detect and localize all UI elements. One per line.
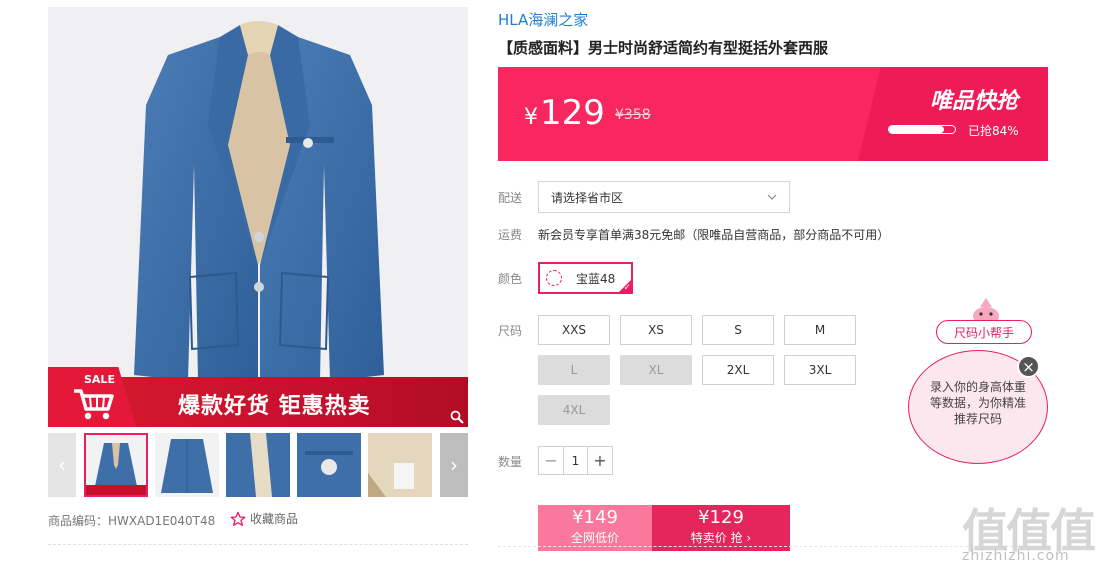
chevron-down-icon bbox=[767, 194, 777, 200]
thumbnail-1[interactable] bbox=[84, 433, 148, 497]
color-option-selected[interactable]: 宝蓝48 ✓ bbox=[538, 262, 633, 294]
size-option-2xl[interactable]: 2XL bbox=[702, 355, 774, 385]
check-icon: ✓ bbox=[623, 283, 631, 293]
size-helper-button[interactable]: 尺码小帮手 bbox=[936, 320, 1032, 344]
close-icon[interactable]: × bbox=[1017, 355, 1040, 378]
price-banner: ¥129 ¥358 唯品快抢 已抢84% bbox=[498, 67, 1048, 161]
current-price-value: 129 bbox=[540, 93, 605, 133]
promo-banner: SALE 爆款好货 钜惠热卖 bbox=[48, 367, 468, 427]
size-option-s[interactable]: S bbox=[702, 315, 774, 345]
sale-tag: SALE bbox=[84, 373, 115, 386]
thumbnail-4[interactable] bbox=[297, 433, 361, 497]
size-option-m[interactable]: M bbox=[784, 315, 856, 345]
thumbnail-jacket-lining bbox=[226, 433, 290, 497]
size-option-xxs[interactable]: XXS bbox=[538, 315, 610, 345]
shipping-info: 新会员专享首单满38元免邮（限唯品自营商品，部分商品不可用） bbox=[538, 228, 890, 242]
market-price-label: 全网低价 bbox=[570, 531, 619, 545]
color-label: 颜色 bbox=[498, 272, 523, 286]
size-label: 尺码 bbox=[498, 324, 523, 338]
brand-link[interactable]: HLA海澜之家 bbox=[498, 9, 588, 30]
thumbnail-jacket-label bbox=[368, 433, 432, 497]
quantity-value[interactable]: 1 bbox=[563, 447, 588, 474]
thumbnail-5[interactable] bbox=[368, 433, 432, 497]
main-product-image[interactable]: SALE 爆款好货 钜惠热卖 bbox=[48, 7, 468, 427]
flash-sale-title: 唯品快抢 bbox=[929, 89, 1018, 114]
quantity-stepper[interactable]: − 1 + bbox=[538, 446, 613, 475]
watermark-url: zhizhizhi.com bbox=[962, 548, 1070, 564]
delivery-label: 配送 bbox=[498, 191, 523, 205]
color-swatch-icon bbox=[546, 270, 562, 286]
current-price: ¥129 bbox=[524, 93, 605, 133]
special-price: ¥129 bbox=[698, 507, 744, 528]
sold-progress-fill bbox=[889, 126, 945, 133]
size-option-xs[interactable]: XS bbox=[620, 315, 692, 345]
thumbnail-jacket-pocket bbox=[297, 433, 361, 497]
original-price: ¥358 bbox=[615, 107, 651, 123]
region-select-value: 请选择省市区 bbox=[551, 190, 624, 205]
zoom-icon[interactable] bbox=[450, 410, 464, 424]
favorite-button[interactable]: 收藏商品 bbox=[230, 510, 298, 527]
product-sku: 商品编码：HWXAD1E040T48 bbox=[48, 514, 216, 528]
quantity-label: 数量 bbox=[498, 455, 523, 469]
buy-now-button[interactable]: ¥129 特卖价 抢 › bbox=[652, 505, 790, 551]
product-title: 【质感面料】男士时尚舒适简约有型挺括外套西服 bbox=[498, 39, 829, 57]
size-option-4xl: 4XL bbox=[538, 395, 610, 425]
thumbnail-prev-button[interactable]: ‹ bbox=[48, 433, 76, 497]
shopping-cart-icon bbox=[74, 389, 114, 420]
promo-headline: 爆款好货 钜惠热卖 bbox=[178, 394, 371, 419]
sold-progress-text: 已抢84% bbox=[968, 124, 1019, 138]
market-price-button: ¥149 全网低价 bbox=[538, 505, 652, 551]
quantity-decrease-button[interactable]: − bbox=[539, 447, 563, 474]
thumbnail-jacket-front bbox=[86, 435, 146, 495]
currency-symbol: ¥ bbox=[524, 105, 538, 130]
market-price: ¥149 bbox=[572, 507, 618, 528]
thumbnail-3[interactable] bbox=[226, 433, 290, 497]
sold-progress-bar bbox=[888, 125, 956, 134]
thumbnail-2[interactable] bbox=[155, 433, 219, 497]
jacket-image bbox=[134, 21, 384, 385]
thumbnail-jacket-back bbox=[155, 433, 219, 497]
size-option-l: L bbox=[538, 355, 610, 385]
divider bbox=[48, 544, 468, 545]
star-icon bbox=[230, 511, 246, 526]
shipping-label: 运费 bbox=[498, 228, 523, 242]
buy-now-label: 特卖价 抢 › bbox=[690, 531, 752, 545]
thumbnail-next-button[interactable]: › bbox=[440, 433, 468, 497]
size-option-3xl[interactable]: 3XL bbox=[784, 355, 856, 385]
size-option-xl: XL bbox=[620, 355, 692, 385]
region-select[interactable]: 请选择省市区 bbox=[538, 181, 790, 213]
color-option-label: 宝蓝48 bbox=[576, 271, 616, 286]
favorite-label: 收藏商品 bbox=[250, 512, 299, 526]
quantity-increase-button[interactable]: + bbox=[588, 447, 612, 474]
